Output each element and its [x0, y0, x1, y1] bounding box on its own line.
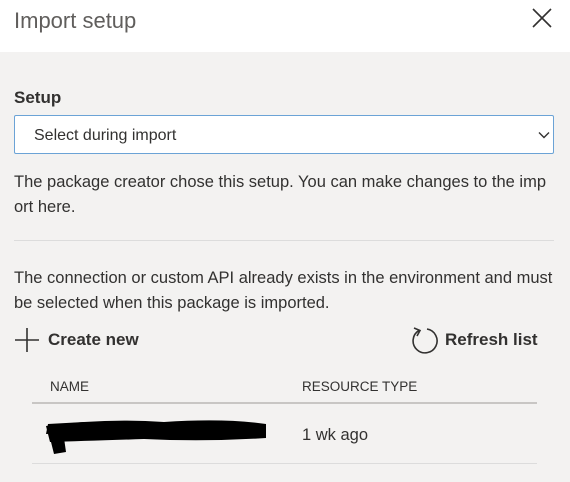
panel-header: Import setup [0, 0, 570, 52]
close-button[interactable] [530, 6, 554, 30]
connection-description: The connection or custom API already exi… [14, 269, 553, 312]
chevron-down-icon [538, 132, 550, 139]
table-row[interactable]: 1 wk ago [32, 404, 537, 464]
create-new-button[interactable]: Create new [14, 325, 139, 355]
column-header-name: NAME [50, 379, 90, 394]
column-header-resource-type: RESOURCE TYPE [302, 379, 418, 394]
refresh-icon [412, 327, 438, 354]
panel-title: Import setup [14, 8, 137, 33]
setup-select[interactable]: Select during import [14, 115, 554, 154]
create-new-label: Create new [48, 330, 139, 349]
redacted-name [46, 420, 266, 454]
refresh-list-label: Refresh list [445, 330, 538, 349]
close-icon [532, 8, 552, 28]
setup-label: Setup [14, 88, 62, 107]
refresh-list-button[interactable]: Refresh list [409, 324, 538, 356]
setup-description: The package creator chose this setup. Yo… [14, 173, 546, 216]
resource-type-cell: 1 wk ago [302, 426, 369, 444]
setup-select-value: Select during import [34, 127, 177, 144]
plus-icon [15, 328, 39, 352]
section-divider [14, 240, 554, 241]
